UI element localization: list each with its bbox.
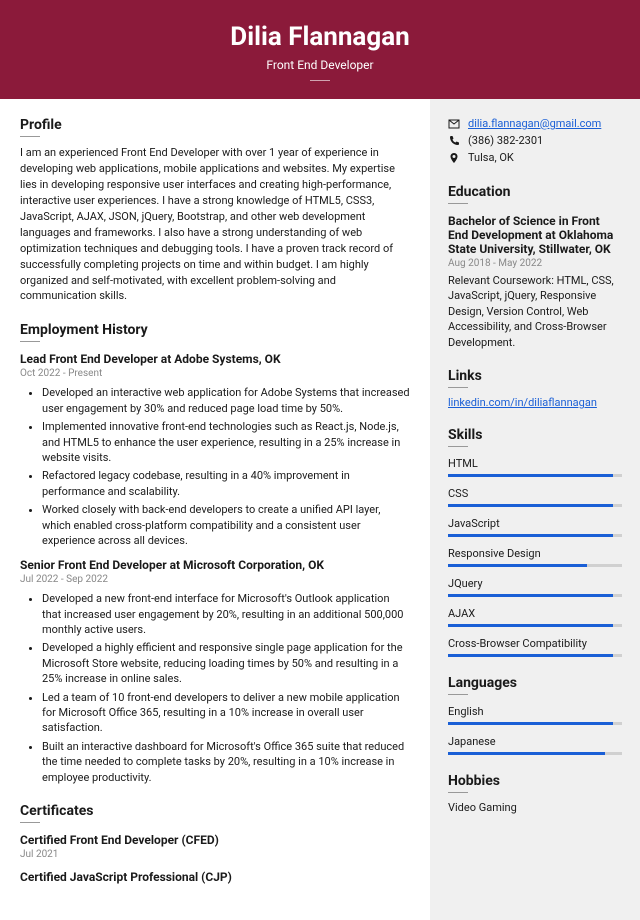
skill-item: AJAX [448, 607, 622, 627]
cert-title: Certified Front End Developer (CFED) [20, 833, 410, 847]
skill-bar [448, 722, 622, 725]
cert-date: Jul 2021 [20, 849, 410, 860]
main-column: Profile I am an experienced Front End De… [0, 99, 430, 920]
job-bullet: Developed an interactive web application… [42, 385, 410, 416]
skill-fill [448, 624, 613, 627]
skill-fill [448, 564, 587, 567]
skill-name: AJAX [448, 607, 622, 620]
skill-name: HTML [448, 457, 622, 470]
links-heading: Links [448, 368, 622, 388]
skill-fill [448, 654, 613, 657]
skill-bar [448, 654, 622, 657]
job-bullet: Refactored legacy codebase, resulting in… [42, 468, 410, 499]
contact-block: dilia.flannagan@gmail.com (386) 382-2301… [448, 117, 622, 164]
hobbies-section: Hobbies Video Gaming [448, 773, 622, 814]
skill-item: Responsive Design [448, 547, 622, 567]
contact-phone: (386) 382-2301 [468, 134, 543, 147]
profile-section: Profile I am an experienced Front End De… [20, 117, 410, 304]
skills-heading: Skills [448, 427, 622, 447]
skill-name: Japanese [448, 735, 622, 748]
skill-name: JQuery [448, 577, 622, 590]
skill-item: CSS [448, 487, 622, 507]
skill-bar [448, 752, 622, 755]
skill-name: CSS [448, 487, 622, 500]
job-title: Lead Front End Developer at Adobe System… [20, 352, 410, 366]
skill-item: HTML [448, 457, 622, 477]
skill-item: JavaScript [448, 517, 622, 537]
contact-location: Tulsa, OK [468, 151, 514, 164]
job-dates: Jul 2022 - Sep 2022 [20, 574, 410, 585]
job-bullet: Implemented innovative front-end technol… [42, 419, 410, 465]
contact-email[interactable]: dilia.flannagan@gmail.com [468, 117, 601, 130]
links-section: Links linkedin.com/in/diliaflannagan [448, 368, 622, 409]
job-item: Lead Front End Developer at Adobe System… [20, 352, 410, 548]
skill-item: JQuery [448, 577, 622, 597]
skill-fill [448, 722, 613, 725]
skill-bar [448, 474, 622, 477]
cert-title: Certified JavaScript Professional (CJP) [20, 870, 410, 884]
job-bullet: Worked closely with back-end developers … [42, 502, 410, 548]
skill-bar [448, 534, 622, 537]
skill-name: Cross-Browser Compatibility [448, 637, 622, 650]
skills-section: Skills HTML CSS JavaScript Responsive Desig… [448, 427, 622, 657]
employment-heading: Employment History [20, 322, 410, 342]
skill-name: JavaScript [448, 517, 622, 530]
job-bullets: Developed an interactive web application… [20, 385, 410, 548]
education-degree: Bachelor of Science in Front End Develop… [448, 214, 622, 256]
skill-name: English [448, 705, 622, 718]
skill-item: English [448, 705, 622, 725]
job-bullet: Built an interactive dashboard for Micro… [42, 739, 410, 785]
profile-heading: Profile [20, 117, 410, 137]
job-item: Senior Front End Developer at Microsoft … [20, 558, 410, 785]
email-icon [448, 118, 460, 130]
education-desc: Relevant Coursework: HTML, CSS, JavaScri… [448, 273, 622, 350]
skill-item: Japanese [448, 735, 622, 755]
resume-header: Dilia Flannagan Front End Developer [0, 0, 640, 99]
location-icon [448, 152, 460, 164]
education-heading: Education [448, 184, 622, 204]
education-section: Education Bachelor of Science in Front E… [448, 184, 622, 350]
employment-section: Employment History Lead Front End Develo… [20, 322, 410, 785]
skill-bar [448, 504, 622, 507]
profile-text: I am an experienced Front End Developer … [20, 145, 410, 304]
linkedin-link[interactable]: linkedin.com/in/diliaflannagan [448, 396, 597, 409]
skill-name: Responsive Design [448, 547, 622, 560]
job-bullet: Led a team of 10 front-end developers to… [42, 690, 410, 736]
candidate-name: Dilia Flannagan [0, 22, 640, 52]
candidate-title: Front End Developer [0, 58, 640, 81]
sidebar: dilia.flannagan@gmail.com (386) 382-2301… [430, 99, 640, 920]
skill-bar [448, 594, 622, 597]
certificates-section: Certificates Certified Front End Develop… [20, 803, 410, 884]
skill-item: Cross-Browser Compatibility [448, 637, 622, 657]
phone-icon [448, 135, 460, 147]
education-dates: Aug 2018 - May 2022 [448, 258, 622, 269]
languages-heading: Languages [448, 675, 622, 695]
job-dates: Oct 2022 - Present [20, 368, 410, 379]
job-title: Senior Front End Developer at Microsoft … [20, 558, 410, 572]
job-bullet: Developed a highly efficient and respons… [42, 640, 410, 686]
skill-fill [448, 752, 605, 755]
skill-bar [448, 624, 622, 627]
job-bullets: Developed a new front-end interface for … [20, 591, 410, 785]
skill-fill [448, 534, 613, 537]
skill-fill [448, 594, 613, 597]
languages-section: Languages English Japanese [448, 675, 622, 755]
certificates-heading: Certificates [20, 803, 410, 823]
job-bullet: Developed a new front-end interface for … [42, 591, 410, 637]
skill-fill [448, 474, 613, 477]
hobby-item: Video Gaming [448, 801, 622, 814]
skill-fill [448, 504, 613, 507]
skill-bar [448, 564, 622, 567]
hobbies-heading: Hobbies [448, 773, 622, 793]
